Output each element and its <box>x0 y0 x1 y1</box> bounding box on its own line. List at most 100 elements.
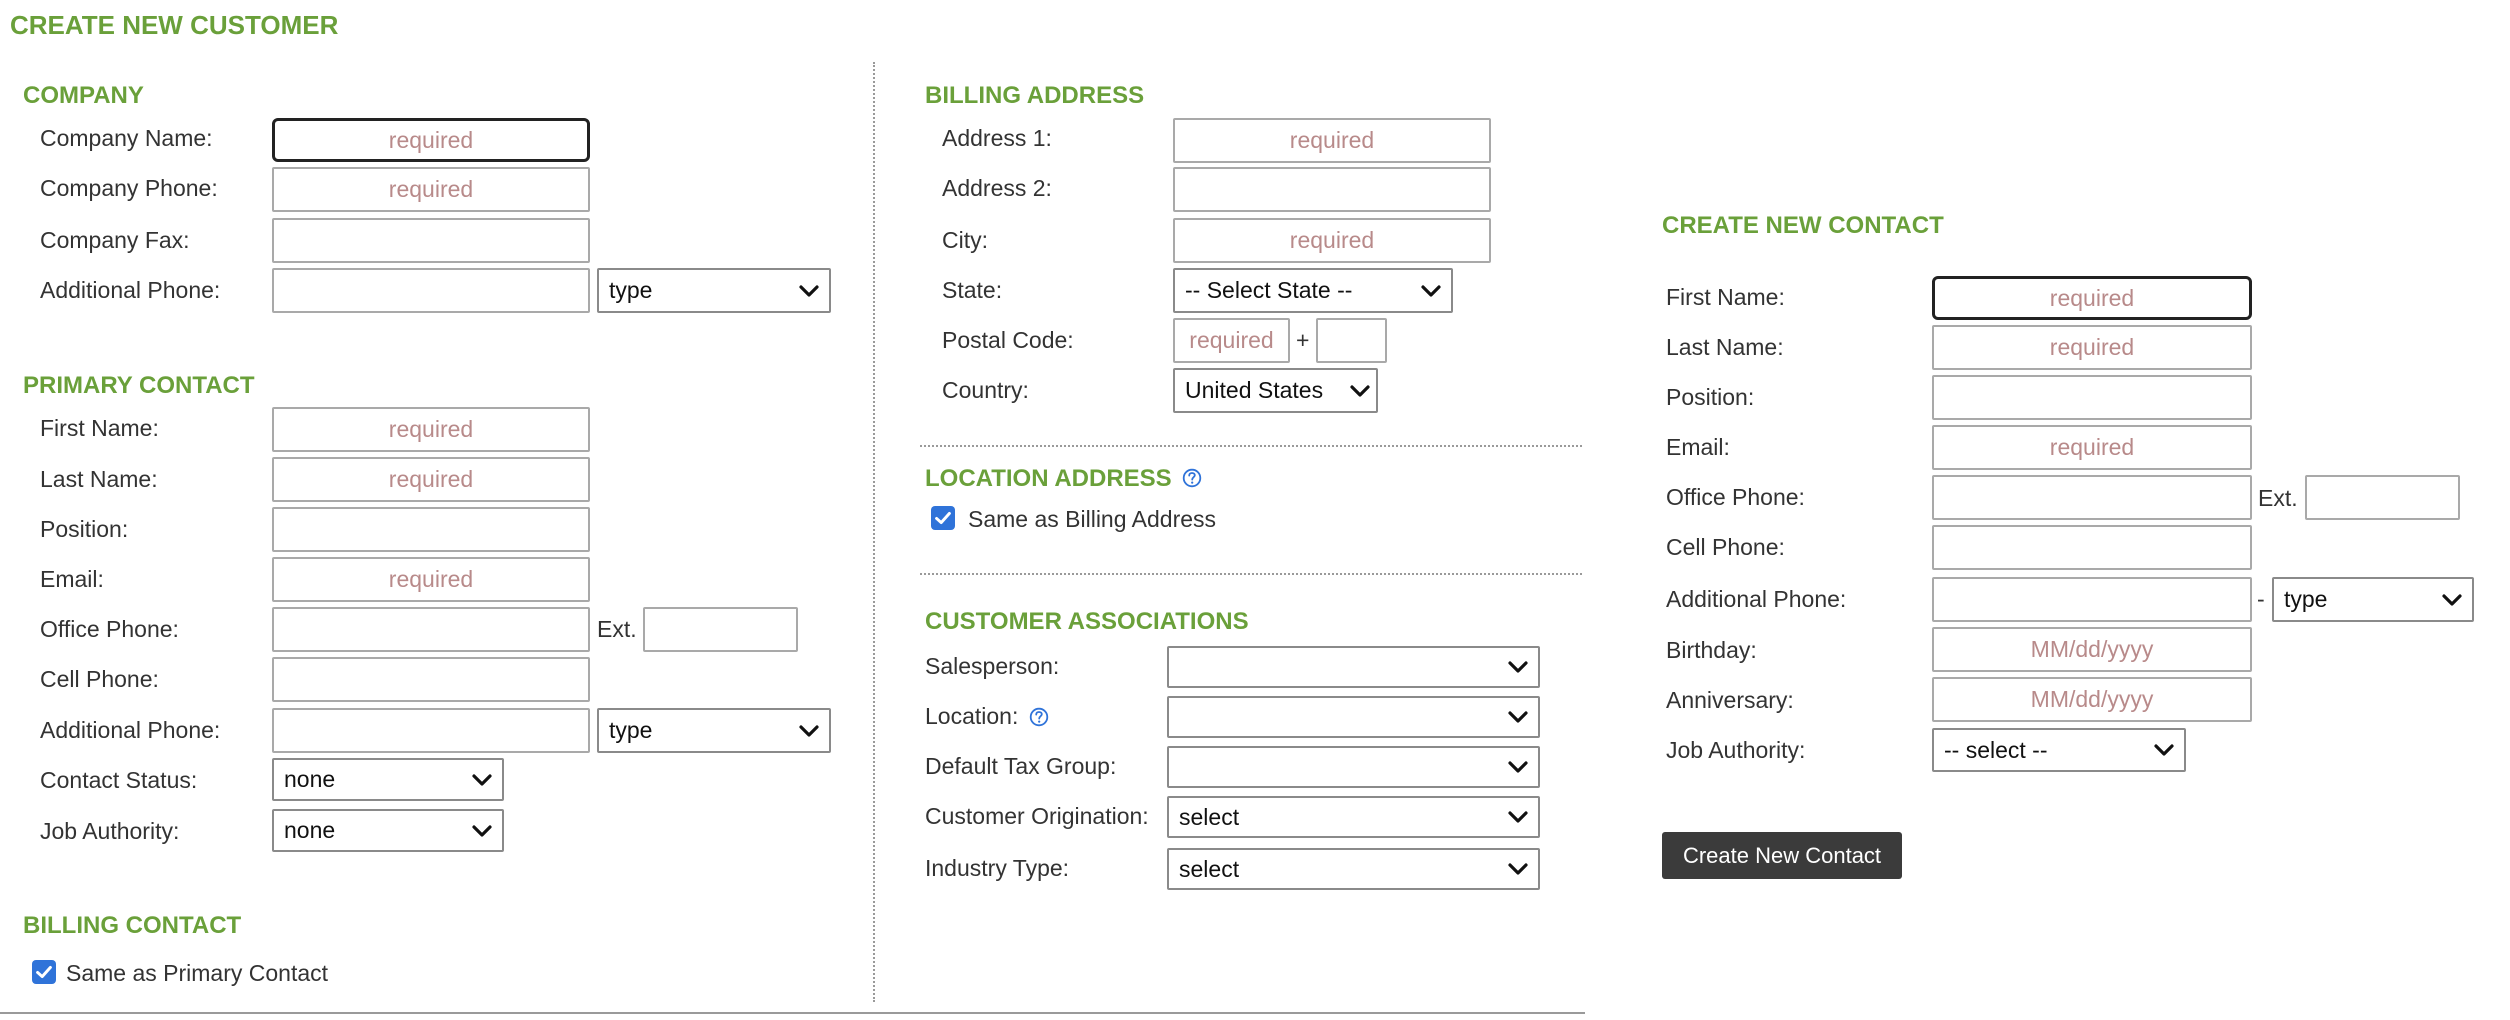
select-value: -- Select State -- <box>1185 277 1353 303</box>
contact-ext-input[interactable] <box>2305 475 2460 520</box>
contact-birthday-label: Birthday: <box>1666 637 1757 663</box>
primary-contact-status-select[interactable]: none <box>272 758 504 801</box>
postal-code-label: Postal Code: <box>942 327 1074 353</box>
select-value: -- select -- <box>1944 736 2048 763</box>
state-label: State: <box>942 277 1003 303</box>
salesperson-select[interactable] <box>1167 646 1540 688</box>
column-separator <box>873 62 875 1002</box>
chevron-down-icon <box>1350 384 1370 398</box>
company-fax-label: Company Fax: <box>40 227 190 253</box>
contact-first-name-label: First Name: <box>1666 284 1785 310</box>
salesperson-label: Salesperson: <box>925 653 1060 679</box>
contact-office-phone-label: Office Phone: <box>1666 484 1805 510</box>
primary-contact-status-label: Contact Status: <box>40 767 198 793</box>
primary-last-name-label: Last Name: <box>40 466 158 492</box>
postal-plus4-input[interactable] <box>1316 318 1387 363</box>
contact-additional-phone-input[interactable] <box>1932 577 2252 622</box>
primary-job-authority-select[interactable]: none <box>272 809 504 852</box>
contact-anniversary-label: Anniversary: <box>1666 687 1794 713</box>
select-value: type <box>609 717 653 743</box>
contact-additional-phone-type-select[interactable]: type <box>2272 577 2474 622</box>
company-fax-input[interactable] <box>272 218 590 263</box>
company-additional-phone-input[interactable] <box>272 268 590 313</box>
primary-additional-phone-label: Additional Phone: <box>40 717 221 743</box>
select-value: none <box>284 817 336 843</box>
chevron-down-icon <box>2442 593 2462 607</box>
select-value: none <box>284 766 336 792</box>
customer-origination-label: Customer Origination: <box>925 803 1149 829</box>
help-icon[interactable] <box>1182 468 1202 488</box>
chevron-down-icon <box>799 724 819 738</box>
primary-office-phone-input[interactable] <box>272 607 590 652</box>
help-icon[interactable] <box>1029 707 1049 727</box>
billing-contact-section-title: BILLING CONTACT <box>23 912 242 939</box>
contact-position-input[interactable] <box>1932 375 2252 420</box>
company-additional-phone-type-select[interactable]: type <box>597 268 831 313</box>
primary-cell-phone-input[interactable] <box>272 657 590 702</box>
contact-last-name-input[interactable] <box>1932 325 2252 370</box>
company-phone-label: Company Phone: <box>40 175 218 201</box>
checkmark-icon <box>932 507 954 529</box>
company-phone-input[interactable] <box>272 167 590 212</box>
country-select[interactable]: United States <box>1173 368 1378 413</box>
customer-associations-section-title: CUSTOMER ASSOCIATIONS <box>925 608 1249 635</box>
chevron-down-icon <box>799 284 819 298</box>
contact-office-phone-input[interactable] <box>1932 475 2252 520</box>
industry-type-select[interactable]: select <box>1167 848 1540 890</box>
city-input[interactable] <box>1173 218 1491 263</box>
contact-ext-label: Ext. <box>2258 485 2298 511</box>
company-name-label: Company Name: <box>40 125 213 151</box>
primary-position-label: Position: <box>40 516 129 542</box>
location-select[interactable] <box>1167 696 1540 738</box>
address2-input[interactable] <box>1173 167 1491 212</box>
contact-last-name-label: Last Name: <box>1666 334 1784 360</box>
bottom-separator <box>0 1012 1585 1014</box>
contact-email-label: Email: <box>1666 434 1730 460</box>
primary-email-input[interactable] <box>272 557 590 602</box>
contact-job-authority-select[interactable]: -- select -- <box>1932 728 2186 772</box>
same-as-primary-label: Same as Primary Contact <box>66 960 329 986</box>
address1-label: Address 1: <box>942 125 1052 151</box>
primary-cell-phone-label: Cell Phone: <box>40 666 159 692</box>
chevron-down-icon <box>1508 710 1528 724</box>
select-value: select <box>1179 855 1240 882</box>
same-as-billing-checkbox[interactable] <box>931 506 955 530</box>
same-as-primary-checkbox[interactable] <box>32 960 56 984</box>
primary-first-name-label: First Name: <box>40 415 159 441</box>
address2-label: Address 2: <box>942 175 1052 201</box>
default-tax-group-select[interactable] <box>1167 746 1540 788</box>
chevron-down-icon <box>472 824 492 838</box>
contact-job-authority-label: Job Authority: <box>1666 737 1806 763</box>
primary-position-input[interactable] <box>272 507 590 552</box>
contact-cell-phone-input[interactable] <box>1932 525 2252 570</box>
state-select[interactable]: -- Select State -- <box>1173 268 1453 313</box>
primary-ext-input[interactable] <box>643 607 798 652</box>
contact-anniversary-input[interactable] <box>1932 677 2252 722</box>
primary-last-name-input[interactable] <box>272 457 590 502</box>
postal-code-input[interactable] <box>1173 318 1290 363</box>
contact-birthday-input[interactable] <box>1932 627 2252 672</box>
primary-additional-phone-type-select[interactable]: type <box>597 708 831 753</box>
create-new-contact-section-title: CREATE NEW CONTACT <box>1662 212 1944 239</box>
contact-first-name-input[interactable] <box>1932 276 2252 320</box>
company-additional-phone-label: Additional Phone: <box>40 277 221 303</box>
contact-email-input[interactable] <box>1932 425 2252 470</box>
contact-cell-phone-label: Cell Phone: <box>1666 534 1785 560</box>
billing-location-separator <box>920 445 1582 447</box>
page-title: CREATE NEW CUSTOMER <box>10 10 339 40</box>
select-value: type <box>609 277 653 303</box>
create-new-contact-button[interactable]: Create New Contact <box>1662 832 1902 879</box>
checkmark-icon <box>33 961 55 983</box>
select-value: select <box>1179 803 1240 830</box>
primary-job-authority-label: Job Authority: <box>40 818 180 844</box>
company-name-input[interactable] <box>272 118 590 162</box>
chevron-down-icon <box>1508 660 1528 674</box>
select-value: United States <box>1185 377 1324 403</box>
chevron-down-icon <box>472 773 492 787</box>
customer-origination-select[interactable]: select <box>1167 796 1540 838</box>
same-as-billing-label: Same as Billing Address <box>968 506 1217 532</box>
primary-first-name-input[interactable] <box>272 407 590 452</box>
address1-input[interactable] <box>1173 118 1491 163</box>
primary-additional-phone-input[interactable] <box>272 708 590 753</box>
primary-contact-section-title: PRIMARY CONTACT <box>23 372 255 399</box>
